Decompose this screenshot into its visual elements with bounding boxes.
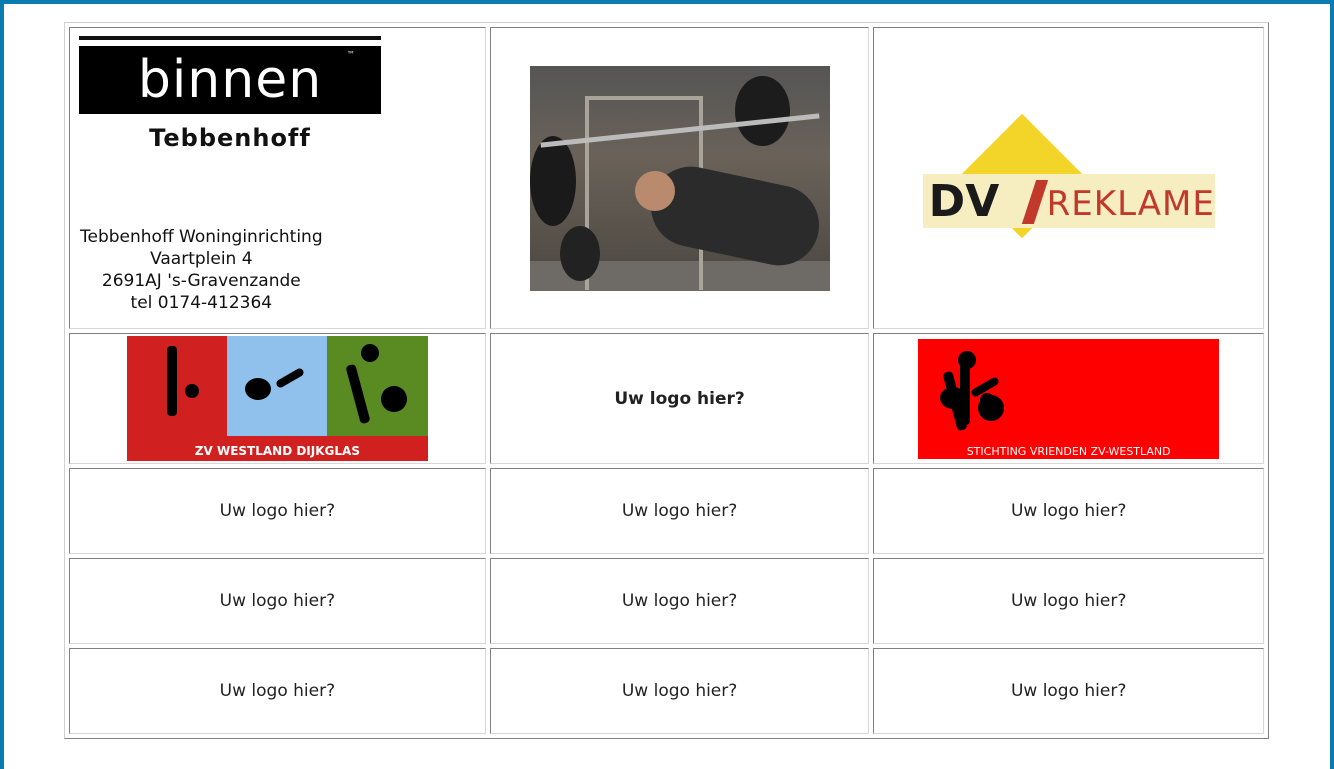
sponsor-row-2: ZV WESTLAND DIJKGLAS Uw logo hier? STICH…: [69, 333, 1264, 464]
address-company: Tebbenhoff Woninginrichting: [80, 227, 323, 247]
photo-plate: [529, 135, 576, 226]
address-phone: tel 0174-412364: [130, 293, 273, 313]
sponsor-placeholder-cell[interactable]: Uw logo hier?: [489, 558, 870, 644]
zv-ball: [380, 386, 407, 412]
bench-press-photo[interactable]: [529, 65, 830, 291]
sponsor-placeholder-cell[interactable]: Uw logo hier?: [69, 648, 486, 734]
logo-word: binnen: [79, 46, 381, 114]
sponsor-row-4: Uw logo hier? Uw logo hier? Uw logo hier…: [69, 558, 1264, 644]
sponsor-placeholder-cell[interactable]: Uw logo hier?: [873, 468, 1264, 554]
address-city: 2691AJ 's-Gravenzande: [101, 271, 301, 291]
logo-subtitle: Tebbenhoff: [149, 124, 311, 152]
sponsor-cell-featured-placeholder[interactable]: Uw logo hier?: [489, 333, 870, 464]
sponsor-placeholder-cell[interactable]: Uw logo hier?: [489, 648, 870, 734]
vrienden-panels: [924, 345, 1213, 445]
vrienden-label: STICHTING VRIENDEN ZV-WESTLAND: [966, 444, 1171, 458]
sponsor-row-5: Uw logo hier? Uw logo hier? Uw logo hier…: [69, 648, 1264, 734]
zv-swimmer-arm: [274, 367, 305, 389]
sponsor-cell-vrienden: STICHTING VRIENDEN ZV-WESTLAND: [873, 333, 1264, 464]
photo-plate: [559, 225, 600, 281]
logo-rule: [79, 36, 381, 40]
logo-trademark: ™: [347, 50, 355, 59]
sponsor-address: Tebbenhoff Woninginrichting Vaartplein 4…: [80, 226, 323, 314]
sponsor-placeholder-cell[interactable]: Uw logo hier?: [69, 468, 486, 554]
zv-diver-head: [184, 384, 199, 398]
sponsor-row-3: Uw logo hier? Uw logo hier? Uw logo hier…: [69, 468, 1264, 554]
dvi-mark: DV: [928, 175, 1000, 227]
dvi-reklame-logo[interactable]: DV REKLAME: [922, 113, 1215, 238]
zv-diver-figure: [166, 346, 177, 416]
zv-westland-label: ZV WESTLAND DIJKGLAS: [194, 444, 360, 458]
vrienden-ball: [978, 394, 1005, 421]
dvi-word: REKLAME: [1046, 183, 1215, 224]
vrienden-player-head: [958, 350, 977, 369]
sponsor-placeholder-cell[interactable]: Uw logo hier?: [873, 648, 1264, 734]
zv-westland-logo[interactable]: ZV WESTLAND DIJKGLAS: [126, 336, 428, 461]
zv-player-head: [360, 344, 379, 362]
sponsor-cell-photo: [489, 27, 870, 329]
photo-plate: [734, 75, 790, 146]
sponsor-placeholder-cell[interactable]: Uw logo hier?: [69, 558, 486, 644]
sponsor-cell-zv-westland: ZV WESTLAND DIJKGLAS: [69, 333, 486, 464]
sponsor-row-1: binnen ™ Tebbenhoff Tebbenhoff Woninginr…: [69, 27, 1264, 329]
sponsor-cell-tebbenhoff: binnen ™ Tebbenhoff Tebbenhoff Woninginr…: [69, 27, 486, 329]
vrienden-zv-westland-logo[interactable]: STICHTING VRIENDEN ZV-WESTLAND: [918, 338, 1220, 459]
photo-athlete-head: [634, 170, 675, 211]
sponsor-cell-dvi: DV REKLAME: [873, 27, 1264, 329]
binnen-tebbenhoff-logo[interactable]: binnen ™ Tebbenhoff: [79, 36, 381, 176]
sponsor-placeholder-cell[interactable]: Uw logo hier?: [873, 558, 1264, 644]
sponsor-placeholder-cell[interactable]: Uw logo hier?: [489, 468, 870, 554]
zv-panel-green: [326, 336, 428, 436]
sponsor-table: binnen ™ Tebbenhoff Tebbenhoff Woninginr…: [64, 22, 1269, 739]
zv-player-body: [345, 363, 371, 425]
zv-swimmer-figure: [244, 378, 271, 400]
zv-panel-red: [126, 336, 227, 436]
zv-panel-blue: [226, 336, 327, 436]
address-street: Vaartplein 4: [150, 249, 253, 269]
